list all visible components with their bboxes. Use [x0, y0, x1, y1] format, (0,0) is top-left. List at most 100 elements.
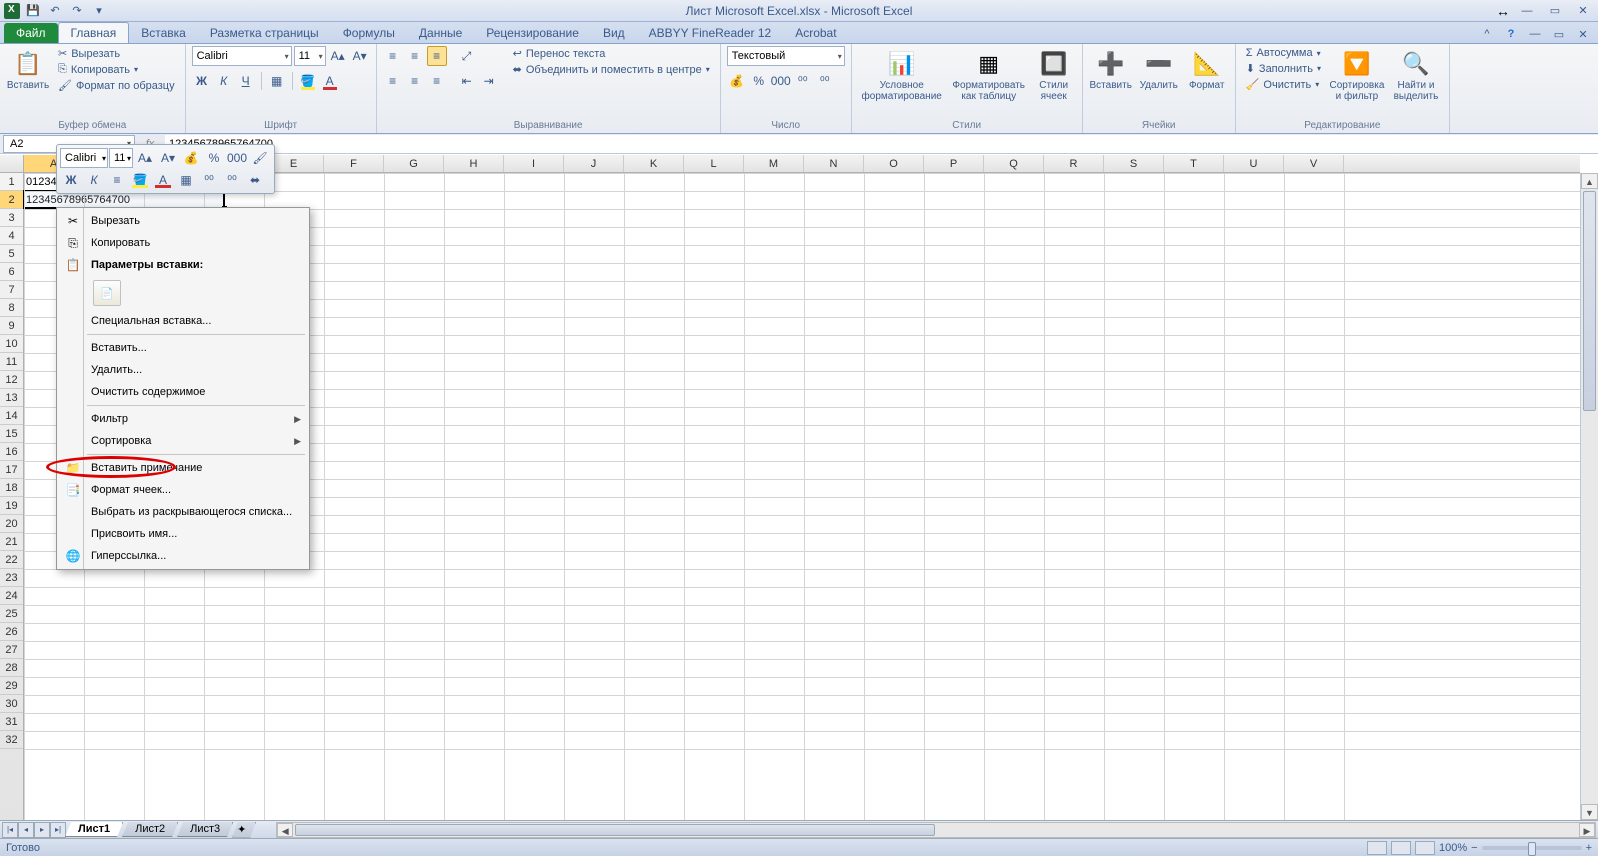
file-tab[interactable]: Файл — [4, 23, 58, 43]
col-header-T[interactable]: T — [1164, 155, 1224, 172]
window-restore-icon[interactable]: ▭ — [1550, 25, 1568, 43]
mini-fill-color[interactable]: 🪣 — [129, 170, 151, 190]
view-layout-button[interactable] — [1391, 841, 1411, 855]
row-header-1[interactable]: 1 — [0, 173, 23, 191]
row-header-20[interactable]: 20 — [0, 515, 23, 533]
zoom-out-button[interactable]: − — [1471, 842, 1477, 854]
row-header-19[interactable]: 19 — [0, 497, 23, 515]
help-icon[interactable]: ? — [1502, 25, 1520, 43]
window-min-icon[interactable]: — — [1526, 25, 1544, 43]
mini-grow-font[interactable]: A▴ — [134, 148, 156, 168]
select-all-corner[interactable] — [0, 155, 24, 173]
ctx-format-cells[interactable]: 📑Формат ячеек... — [59, 479, 307, 501]
ctx-paste-special[interactable]: Специальная вставка... — [59, 310, 307, 332]
tab-insert[interactable]: Вставка — [129, 23, 198, 43]
col-header-O[interactable]: O — [864, 155, 924, 172]
mini-borders[interactable]: ▦ — [175, 170, 197, 190]
row-header-17[interactable]: 17 — [0, 461, 23, 479]
sheet-nav-next[interactable]: ▸ — [34, 822, 50, 838]
sort-filter-button[interactable]: 🔽Сортировка и фильтр — [1329, 46, 1385, 104]
format-cells-button[interactable]: 📐Формат — [1185, 46, 1229, 93]
decrease-indent-button[interactable]: ⇤ — [457, 71, 477, 91]
mini-currency[interactable]: 💰 — [180, 148, 202, 168]
col-header-I[interactable]: I — [504, 155, 564, 172]
view-normal-button[interactable] — [1367, 841, 1387, 855]
row-headers[interactable]: 1234567891011121314151617181920212223242… — [0, 173, 24, 820]
row-header-29[interactable]: 29 — [0, 677, 23, 695]
row-header-24[interactable]: 24 — [0, 587, 23, 605]
mini-merge[interactable]: ⬌ — [244, 170, 266, 190]
ctx-paste-default[interactable]: 📄 — [93, 280, 121, 306]
row-header-15[interactable]: 15 — [0, 425, 23, 443]
autosum-button[interactable]: ΣАвтосумма▾ — [1242, 46, 1325, 60]
sheet-nav-first[interactable]: |◂ — [2, 822, 18, 838]
zoom-slider[interactable] — [1482, 846, 1582, 850]
mini-font-color[interactable]: A — [152, 170, 174, 190]
insert-cells-button[interactable]: ➕Вставить — [1089, 46, 1133, 93]
col-header-M[interactable]: M — [744, 155, 804, 172]
font-size-combo[interactable]: 11 — [294, 46, 326, 66]
tab-review[interactable]: Рецензирование — [474, 23, 591, 43]
font-color-button[interactable]: A — [320, 71, 340, 91]
ctx-sort[interactable]: Сортировка▶ — [59, 430, 307, 452]
row-header-31[interactable]: 31 — [0, 713, 23, 731]
number-format-combo[interactable]: Текстовый — [727, 46, 845, 66]
borders-button[interactable]: ▦ — [267, 71, 287, 91]
col-header-R[interactable]: R — [1044, 155, 1104, 172]
mini-inc-decimal[interactable]: ⁰⁰ — [198, 170, 220, 190]
row-header-28[interactable]: 28 — [0, 659, 23, 677]
increase-font-button[interactable]: A▴ — [328, 46, 348, 66]
qat-redo[interactable]: ↷ — [68, 2, 86, 20]
sheet-tab-new[interactable]: ✦ — [232, 822, 256, 838]
currency-button[interactable]: 💰 — [727, 71, 747, 91]
ribbon-minimize-icon[interactable]: ^ — [1478, 25, 1496, 43]
delete-cells-button[interactable]: ➖Удалить — [1137, 46, 1181, 93]
tab-formulas[interactable]: Формулы — [331, 23, 407, 43]
col-header-H[interactable]: H — [444, 155, 504, 172]
scroll-left-button[interactable]: ◀ — [277, 823, 293, 837]
clear-button[interactable]: 🧹Очистить▾ — [1242, 77, 1325, 92]
row-header-10[interactable]: 10 — [0, 335, 23, 353]
thousands-button[interactable]: 000 — [771, 71, 791, 91]
tab-acrobat[interactable]: Acrobat — [783, 23, 848, 43]
bold-button[interactable]: Ж — [192, 71, 212, 91]
qat-customize[interactable]: ▾ — [90, 2, 108, 20]
mini-dec-decimal[interactable]: ⁰⁰ — [221, 170, 243, 190]
col-header-K[interactable]: K — [624, 155, 684, 172]
scroll-right-button[interactable]: ▶ — [1579, 823, 1595, 837]
row-header-13[interactable]: 13 — [0, 389, 23, 407]
col-header-G[interactable]: G — [384, 155, 444, 172]
ctx-delete[interactable]: Удалить... — [59, 359, 307, 381]
tab-home[interactable]: Главная — [58, 22, 130, 43]
col-header-S[interactable]: S — [1104, 155, 1164, 172]
format-as-table-button[interactable]: ▦Форматировать как таблицу — [950, 46, 1028, 104]
wrap-text-button[interactable]: ↩Перенос текста — [509, 46, 714, 61]
orientation-button[interactable]: ⤢ — [457, 46, 477, 66]
col-header-U[interactable]: U — [1224, 155, 1284, 172]
align-left-button[interactable]: ≡ — [383, 71, 403, 91]
align-center-button[interactable]: ≡ — [405, 71, 425, 91]
row-header-9[interactable]: 9 — [0, 317, 23, 335]
sheet-tab-3[interactable]: Лист3 — [177, 822, 233, 837]
zoom-level[interactable]: 100% — [1439, 842, 1467, 854]
align-top-button[interactable]: ≡ — [383, 46, 403, 66]
row-header-6[interactable]: 6 — [0, 263, 23, 281]
mini-format-painter[interactable]: 🖌 — [249, 148, 271, 168]
ctx-clear-contents[interactable]: Очистить содержимое — [59, 381, 307, 403]
fill-button[interactable]: ⬇Заполнить▾ — [1242, 61, 1325, 76]
mini-align[interactable]: ≡ — [106, 170, 128, 190]
ctx-copy[interactable]: ⎘Копировать — [59, 232, 307, 254]
col-header-V[interactable]: V — [1284, 155, 1344, 172]
ctx-insert[interactable]: Вставить... — [59, 337, 307, 359]
col-header-N[interactable]: N — [804, 155, 864, 172]
tab-data[interactable]: Данные — [407, 23, 474, 43]
row-header-27[interactable]: 27 — [0, 641, 23, 659]
mini-size-combo[interactable]: 11 — [109, 148, 133, 168]
font-name-combo[interactable]: Calibri — [192, 46, 292, 66]
mini-percent[interactable]: % — [203, 148, 225, 168]
col-header-Q[interactable]: Q — [984, 155, 1044, 172]
qat-undo[interactable]: ↶ — [46, 2, 64, 20]
close-button[interactable]: ✕ — [1572, 3, 1594, 19]
mini-bold[interactable]: Ж — [60, 170, 82, 190]
copy-button[interactable]: ⎘Копировать▾ — [54, 62, 179, 77]
